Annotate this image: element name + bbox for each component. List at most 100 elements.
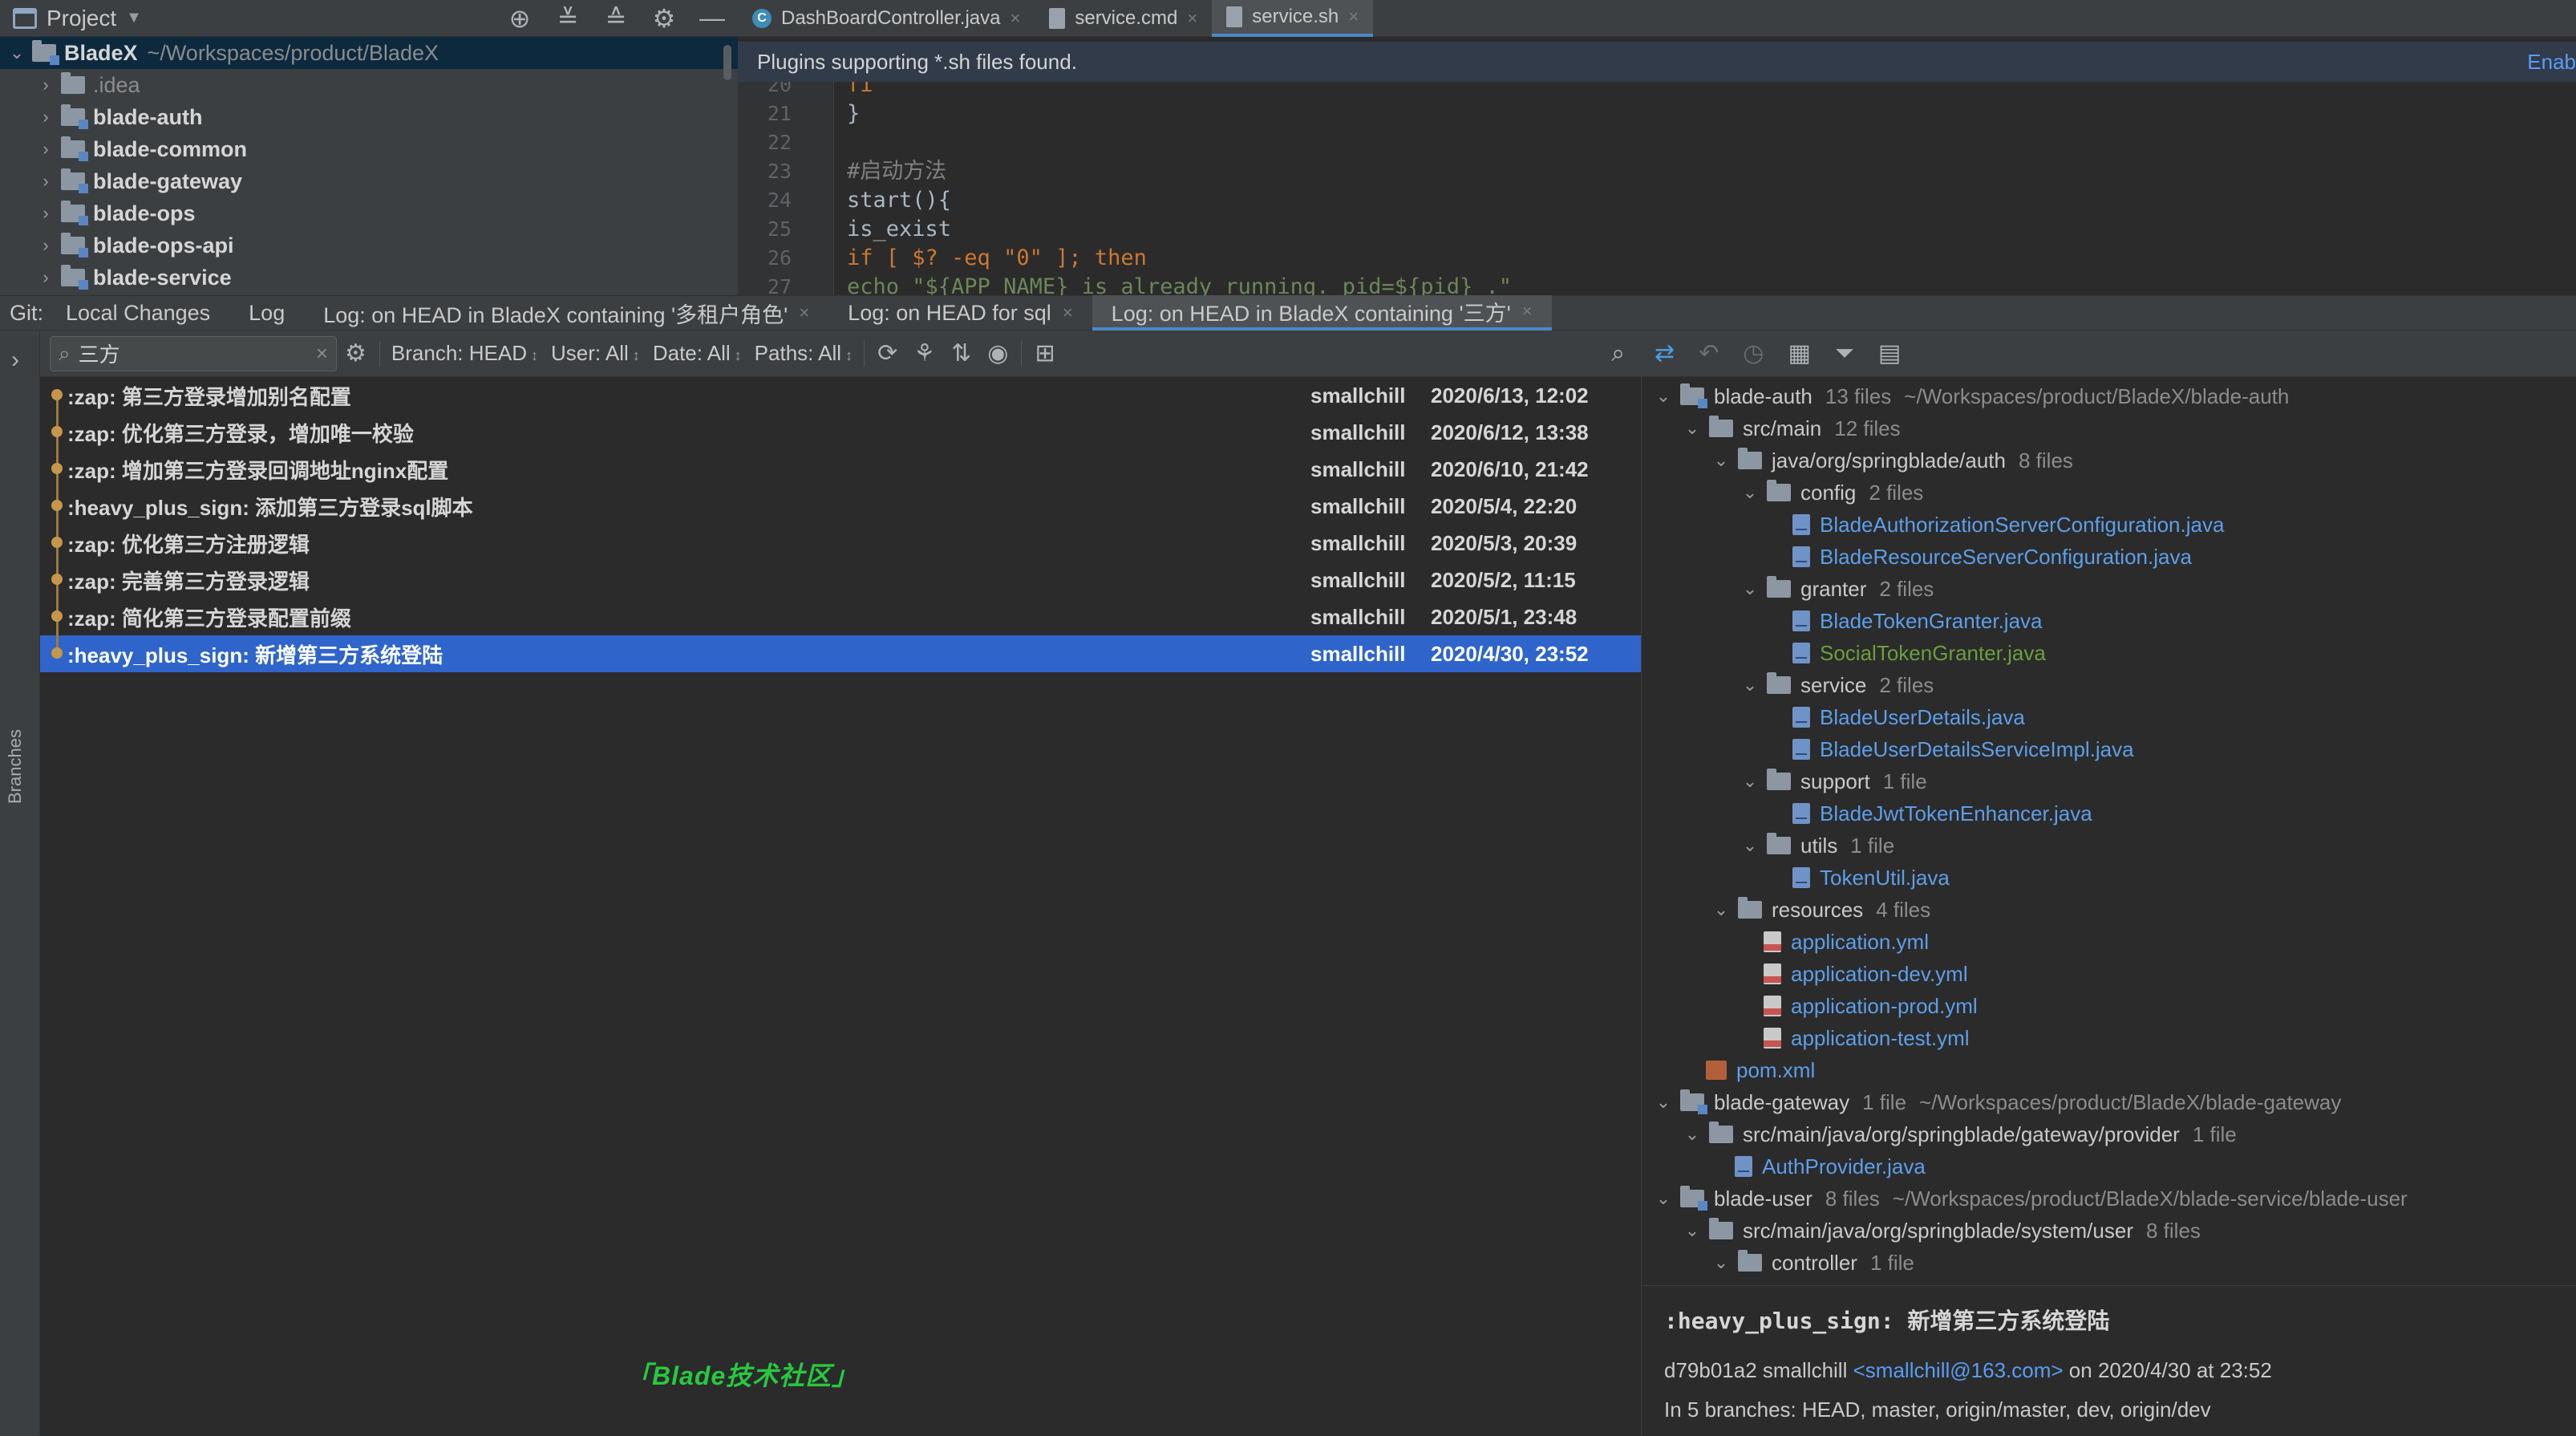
tree-item-blade-common[interactable]: › blade-common (0, 133, 738, 165)
changed-file-row[interactable]: BladeResourceServerConfiguration.java (1642, 541, 2576, 573)
chevron-down-icon[interactable]: ⌄ (1679, 418, 1706, 439)
changed-file-row[interactable]: BladeJwtTokenEnhancer.java (1642, 797, 2576, 830)
expand-branches-icon[interactable]: › (11, 347, 19, 374)
changes-module-row[interactable]: ⌄ blade-auth 13 files ~/Workspaces/product/… (1642, 380, 2576, 412)
log-search-field[interactable]: ⌕ 三方 × (50, 335, 337, 371)
close-icon[interactable]: × (1522, 301, 1533, 322)
layout-icon[interactable]: ▤ (1878, 339, 1901, 367)
filter-icon[interactable]: ⏷ (1835, 340, 1854, 367)
hide-icon[interactable]: — (699, 3, 725, 34)
gear-icon[interactable]: ⚙ (345, 339, 367, 367)
chevron-down-icon[interactable]: ⌄ (1736, 482, 1764, 503)
chevron-down-icon[interactable]: ⌄ (1736, 578, 1764, 599)
close-icon[interactable]: × (1063, 302, 1073, 323)
chevron-down-icon[interactable]: ⌄ (1707, 899, 1735, 920)
search-icon[interactable]: ⌕ (1611, 340, 1625, 367)
changed-file-row[interactable]: application.yml (1642, 926, 2576, 958)
tab-service-sh[interactable]: service.sh × (1212, 0, 1374, 37)
changed-file-row[interactable]: pom.xml (1642, 1054, 2576, 1086)
close-icon[interactable]: × (1010, 8, 1020, 29)
changes-folder-row[interactable]: ⌄ controller 1 file (1642, 1247, 2576, 1279)
tree-item-blade-gateway[interactable]: › blade-gateway (0, 165, 738, 197)
tab-log-multi-tenant[interactable]: Log: on HEAD in BladeX containing '多租户角色… (304, 295, 828, 331)
project-view-selector[interactable]: Project ▼ (0, 6, 142, 31)
changed-file-row[interactable]: BladeTokenGranter.java (1642, 605, 2576, 637)
paths-filter[interactable]: Paths: All (755, 341, 853, 366)
chevron-down-icon[interactable]: ⌄ (1679, 1220, 1706, 1241)
commit-row-selected[interactable]: :heavy_plus_sign: 新增第三方系统登陆 smallchill 2… (40, 635, 1641, 672)
chevron-down-icon[interactable]: ⌄ (1650, 1092, 1677, 1113)
chevron-right-icon[interactable]: › (37, 75, 55, 95)
chevron-down-icon[interactable]: ⌄ (1707, 1252, 1735, 1273)
chevron-right-icon[interactable]: › (37, 171, 55, 192)
expand-all-icon[interactable]: ≚ (555, 3, 581, 34)
locate-icon[interactable]: ⊕ (507, 3, 533, 34)
author-email-link[interactable]: <smallchill@163.com> (1853, 1358, 2064, 1382)
clear-search-icon[interactable]: × (316, 341, 328, 366)
fetch-icon[interactable]: ⇅ (951, 339, 971, 367)
tree-root[interactable]: ⌄ BladeX ~/Workspaces/product/BladeX (0, 37, 738, 69)
changed-file-row[interactable]: application-test.yml (1642, 1022, 2576, 1054)
tree-item-blade-auth[interactable]: › blade-auth (0, 101, 738, 133)
changes-module-row[interactable]: ⌄ blade-user 8 files ~/Workspaces/product/B… (1642, 1182, 2576, 1215)
changed-file-row[interactable]: application-dev.yml (1642, 958, 2576, 990)
branch-filter[interactable]: Branch: HEAD (391, 341, 538, 366)
changed-file-row[interactable]: AuthProvider.java (1642, 1150, 2576, 1182)
changes-folder-row[interactable]: ⌄ utils 1 file (1642, 830, 2576, 862)
chevron-down-icon[interactable]: ⌄ (1707, 450, 1735, 471)
tab-local-changes[interactable]: Local Changes (47, 295, 229, 331)
changes-folder-row[interactable]: ⌄ java/org/springblade/auth 8 files (1642, 444, 2576, 477)
log-search-input[interactable]: 三方 (79, 339, 308, 368)
changes-folder-row[interactable]: ⌄ src/main/java/org/springblade/gateway/p… (1642, 1118, 2576, 1150)
changes-folder-row[interactable]: ⌄ granter 2 files (1642, 573, 2576, 605)
changes-folder-row[interactable]: ⌄ support 1 file (1642, 765, 2576, 797)
changes-folder-row[interactable]: ⌄ src/main 12 files (1642, 412, 2576, 444)
changes-module-row[interactable]: ⌄ blade-gateway 1 file ~/Workspaces/product… (1642, 1086, 2576, 1118)
changed-file-row[interactable]: BladeAuthorizationServerConfiguration.ja… (1642, 509, 2576, 541)
tab-service-cmd[interactable]: service.cmd × (1035, 0, 1212, 37)
tab-log-sql[interactable]: Log: on HEAD for sql × (828, 295, 1092, 331)
changed-file-row[interactable]: SocialTokenGranter.java (1642, 637, 2576, 669)
gear-icon[interactable]: ⚙ (651, 3, 677, 34)
commit-row[interactable]: :zap: 简化第三方登录配置前缀 smallchill 2020/5/1, 2… (40, 598, 1641, 635)
chevron-down-icon[interactable]: ⌄ (8, 43, 26, 63)
enable-plugins-link[interactable]: Enab (2527, 50, 2576, 75)
commit-row[interactable]: :zap: 增加第三方登录回调地址nginx配置 smallchill 2020… (40, 451, 1641, 488)
date-filter[interactable]: Date: All (653, 341, 742, 366)
changed-file-row[interactable]: BladeUserDetails.java (1642, 701, 2576, 733)
tab-log-third-party[interactable]: Log: on HEAD in BladeX containing '三方' × (1092, 295, 1552, 331)
changes-folder-row[interactable]: ⌄ config 2 files (1642, 477, 2576, 509)
chevron-down-icon[interactable]: ⌄ (1650, 1188, 1677, 1209)
tree-item-blade-ops-api[interactable]: › blade-ops-api (0, 229, 738, 262)
tree-item-blade-service[interactable]: › blade-service (0, 262, 738, 294)
close-icon[interactable]: × (1348, 6, 1359, 27)
cherry-pick-icon[interactable]: ⚘ (913, 339, 935, 367)
chevron-right-icon[interactable]: › (37, 107, 55, 128)
history-icon[interactable]: ◷ (1743, 339, 1764, 367)
changes-folder-row[interactable]: ⌄ src/main/java/org/springblade/system/us… (1642, 1215, 2576, 1247)
commit-row[interactable]: :zap: 完善第三方登录逻辑 smallchill 2020/5/2, 11:… (40, 562, 1641, 598)
commit-row[interactable]: :zap: 第三方登录增加别名配置 smallchill 2020/6/13, … (40, 377, 1641, 414)
code-editor[interactable]: fi } #启动方法 start(){ is_exist if [ $? -eq… (834, 82, 2576, 295)
project-tree-scrollbar[interactable] (723, 45, 731, 80)
group-by-icon[interactable]: ▦ (1788, 339, 1810, 367)
tree-item-idea[interactable]: › .idea (0, 69, 738, 101)
collapse-all-icon[interactable]: ≙ (603, 3, 629, 34)
changes-folder-row[interactable]: ⌄ service 2 files (1642, 669, 2576, 701)
user-filter[interactable]: User: All (551, 341, 640, 366)
tree-item-blade-ops[interactable]: › blade-ops (0, 197, 738, 229)
show-diff-icon[interactable]: ⇄ (1655, 339, 1675, 367)
chevron-down-icon[interactable]: ⌄ (1736, 835, 1764, 856)
eye-icon[interactable]: ◉ (987, 339, 1008, 367)
chevron-right-icon[interactable]: › (37, 203, 55, 224)
chevron-right-icon[interactable]: › (37, 267, 55, 288)
changed-file-row[interactable]: application-prod.yml (1642, 990, 2576, 1022)
chevron-right-icon[interactable]: › (37, 235, 55, 256)
chevron-down-icon[interactable]: ⌄ (1679, 1124, 1706, 1145)
changes-folder-row[interactable]: ⌄ resources 4 files (1642, 894, 2576, 926)
refresh-icon[interactable]: ⟳ (877, 339, 897, 367)
commit-row[interactable]: :zap: 优化第三方登录，增加唯一校验 smallchill 2020/6/1… (40, 414, 1641, 451)
close-icon[interactable]: × (1187, 8, 1197, 29)
chevron-right-icon[interactable]: › (37, 139, 55, 160)
commit-row[interactable]: :zap: 优化第三方注册逻辑 smallchill 2020/5/3, 20:… (40, 525, 1641, 562)
